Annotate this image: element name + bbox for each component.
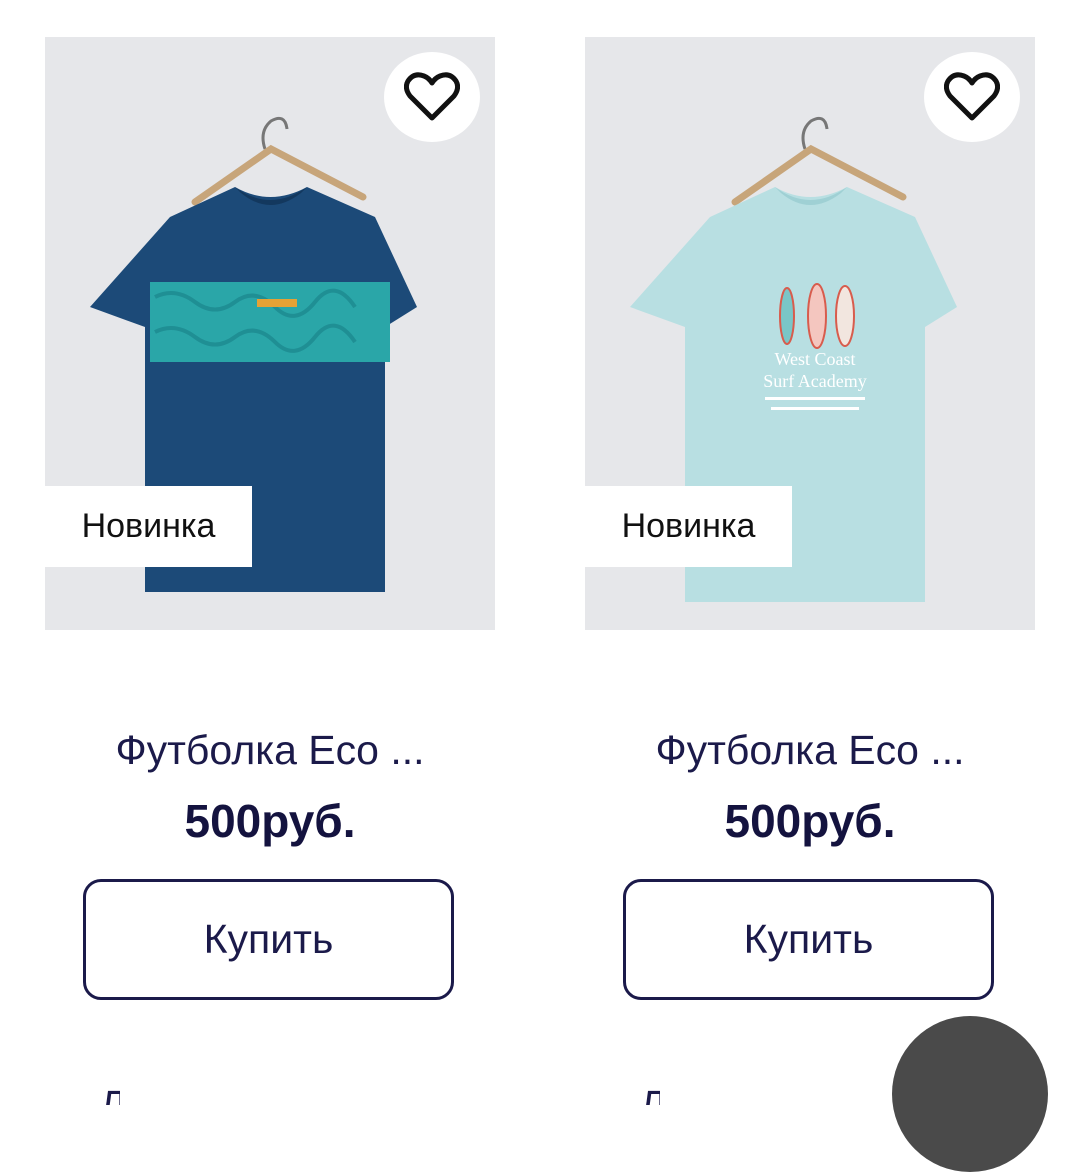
buy-button[interactable]: Купить: [83, 879, 454, 1000]
product-price: 500руб.: [184, 795, 356, 847]
print-line-2: Surf Academy: [763, 371, 866, 391]
product-title[interactable]: Футболка Eco ...: [585, 727, 1035, 774]
product-grid: Новинка Футболка Eco ... 500руб. Купить …: [0, 0, 1080, 1172]
product-card[interactable]: West Coast Surf Academy Новинка Футболка…: [585, 37, 1035, 1105]
buy-button[interactable]: Купить: [623, 879, 994, 1000]
new-badge: Новинка: [45, 486, 252, 567]
print-line-1: West Coast: [774, 349, 855, 369]
favorite-button[interactable]: [924, 52, 1020, 142]
heart-outline-icon: [404, 72, 460, 121]
product-image[interactable]: West Coast Surf Academy Новинка: [585, 37, 1035, 630]
product-price: 500руб.: [724, 795, 896, 847]
product-card[interactable]: Новинка Футболка Eco ... 500руб. Купить …: [45, 37, 495, 1105]
heart-outline-icon: [944, 72, 1000, 121]
favorite-button[interactable]: [384, 52, 480, 142]
product-image[interactable]: Новинка: [45, 37, 495, 630]
floating-action-button[interactable]: [892, 1016, 1048, 1172]
new-badge: Новинка: [585, 486, 792, 567]
product-title[interactable]: Футболка Eco ...: [45, 727, 495, 774]
truncated-label: Л: [640, 1085, 660, 1105]
truncated-label: Л: [100, 1085, 120, 1105]
